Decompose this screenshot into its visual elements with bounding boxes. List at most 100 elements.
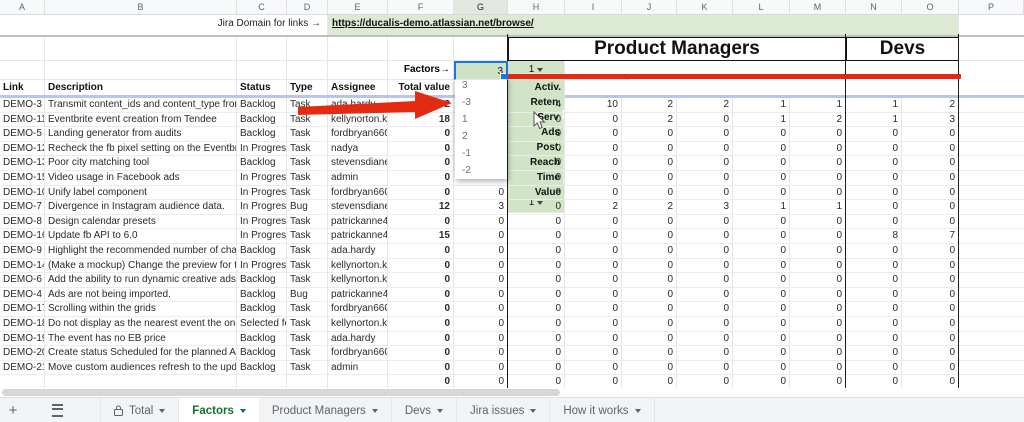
cell-score[interactable]: 1 xyxy=(733,113,790,128)
cell-empty[interactable] xyxy=(328,37,388,61)
cell-empty[interactable] xyxy=(959,302,1024,317)
cell-description[interactable]: Landing generator from audits xyxy=(45,127,237,142)
cell-type[interactable]: Task xyxy=(287,127,328,142)
cell-score[interactable]: 0 xyxy=(565,113,622,128)
cell-factor-score[interactable]: 0 xyxy=(454,186,508,201)
cell-score[interactable]: 0 xyxy=(677,215,733,230)
cell-score[interactable]: 0 xyxy=(508,332,565,347)
header-total-value[interactable]: Total value xyxy=(388,80,454,95)
cell-status[interactable]: In Progress xyxy=(237,259,287,274)
column-header-L[interactable]: L xyxy=(733,0,790,14)
cell-total-value[interactable]: 0 xyxy=(388,288,454,303)
cell-empty[interactable] xyxy=(237,61,287,80)
cell-score[interactable]: 0 xyxy=(622,288,677,303)
cell-total-value[interactable]: 0 xyxy=(388,361,454,376)
cell-status[interactable]: Backlog xyxy=(237,98,287,113)
cell-empty[interactable] xyxy=(959,288,1024,303)
cell-score[interactable]: 0 xyxy=(622,244,677,259)
cell-status[interactable]: Backlog xyxy=(237,288,287,303)
cell-score[interactable]: 0 xyxy=(902,127,959,142)
cell-score[interactable]: 0 xyxy=(902,361,959,376)
cell-status[interactable]: In Progress xyxy=(237,200,287,215)
header-status[interactable]: Status xyxy=(237,80,287,95)
cell-status[interactable]: Selected fo xyxy=(237,317,287,332)
cell-status[interactable]: Backlog xyxy=(237,273,287,288)
cell-factor-score[interactable]: 0 xyxy=(454,244,508,259)
cell-score[interactable]: 0 xyxy=(733,317,790,332)
cell-total-value[interactable]: 0 xyxy=(388,186,454,201)
cell-score[interactable]: 0 xyxy=(902,259,959,274)
cell-factor-score[interactable]: 0 xyxy=(454,317,508,332)
cell-link[interactable]: DEMO-12 xyxy=(0,142,45,157)
cell-score[interactable]: 0 xyxy=(846,156,902,171)
cell-description[interactable]: Add the ability to run dynamic creative … xyxy=(45,273,237,288)
cell-total-value[interactable]: 0 xyxy=(388,244,454,259)
cell-score[interactable]: 2 xyxy=(622,113,677,128)
cell-empty[interactable] xyxy=(454,37,508,61)
cell-type[interactable]: Task xyxy=(287,156,328,171)
cell-score[interactable]: 0 xyxy=(565,288,622,303)
cell-empty[interactable] xyxy=(959,244,1024,259)
cell-empty[interactable] xyxy=(959,142,1024,157)
cell-score[interactable]: 2 xyxy=(565,200,622,215)
jira-domain-label-cell[interactable]: Jira Domain for links → xyxy=(0,15,328,35)
column-header-D[interactable]: D xyxy=(287,0,328,14)
cell-score[interactable]: 0 xyxy=(846,361,902,376)
cell-description[interactable]: Unify label component xyxy=(45,186,237,201)
cell-score[interactable]: 1 xyxy=(790,200,846,215)
cell-empty[interactable] xyxy=(287,61,328,80)
cell-score[interactable]: 10 xyxy=(565,98,622,113)
cell-score[interactable]: 0 xyxy=(677,317,733,332)
cell-assignee[interactable]: fordbryan660 xyxy=(328,302,388,317)
cell-factor-score[interactable]: 3 xyxy=(454,200,508,215)
cell-score[interactable]: 0 xyxy=(846,244,902,259)
jira-domain-url-cell[interactable]: https://ducalis-demo.atlassian.net/brows… xyxy=(328,15,959,35)
cell-link[interactable]: DEMO-11 xyxy=(0,113,45,128)
cell-score[interactable]: 0 xyxy=(790,288,846,303)
cell-score[interactable]: 0 xyxy=(565,361,622,376)
cell-score[interactable]: 0 xyxy=(677,156,733,171)
cell-empty[interactable] xyxy=(565,80,630,95)
cell-score[interactable]: 0 xyxy=(565,273,622,288)
cell-link[interactable]: DEMO-21 xyxy=(0,361,45,376)
cell-link[interactable]: DEMO-17 xyxy=(0,302,45,317)
cell-empty[interactable] xyxy=(959,361,1024,376)
cell-total-value[interactable]: 12 xyxy=(388,200,454,215)
cell-score[interactable]: 0 xyxy=(508,200,565,215)
cell-total-value[interactable]: 18 xyxy=(388,113,454,128)
cell-total-value[interactable]: 0 xyxy=(388,142,454,157)
cell-assignee[interactable]: ada.hardy xyxy=(328,244,388,259)
column-header-G[interactable]: G xyxy=(454,0,508,14)
cell-link[interactable]: DEMO-7 xyxy=(0,200,45,215)
cell-score[interactable]: 2 xyxy=(790,113,846,128)
cell-link[interactable]: DEMO-14 xyxy=(0,259,45,274)
cell-score[interactable]: 0 xyxy=(622,127,677,142)
cell-description[interactable]: Move custom audiences refresh to the upd… xyxy=(45,361,237,376)
cell-status[interactable]: Backlog xyxy=(237,346,287,361)
cell-status[interactable]: Backlog xyxy=(237,127,287,142)
cell-empty[interactable] xyxy=(328,61,388,80)
cell-score[interactable]: 0 xyxy=(733,142,790,157)
cell-total-value[interactable]: 0 xyxy=(388,215,454,230)
cell-score[interactable]: 2 xyxy=(622,98,677,113)
cell-status[interactable]: In Progress xyxy=(237,215,287,230)
cell-score[interactable]: 0 xyxy=(846,302,902,317)
column-header-J[interactable]: J xyxy=(622,0,677,14)
cell-description[interactable]: Update fb API to 6.0 xyxy=(45,229,237,244)
cell-score[interactable]: 3 xyxy=(677,200,733,215)
cell-empty[interactable] xyxy=(237,37,287,61)
cell-score[interactable]: 7 xyxy=(902,229,959,244)
cell-empty[interactable] xyxy=(959,346,1024,361)
cell-score[interactable]: 0 xyxy=(733,244,790,259)
header-type[interactable]: Type xyxy=(287,80,328,95)
cell-empty[interactable] xyxy=(959,200,1024,215)
cell-link[interactable]: DEMO-4 xyxy=(0,288,45,303)
cell-assignee[interactable]: patrickanne400 xyxy=(328,215,388,230)
cell-link[interactable]: DEMO-18 xyxy=(0,317,45,332)
cell-type[interactable]: Task xyxy=(287,361,328,376)
cell-score[interactable]: 0 xyxy=(733,156,790,171)
cell-assignee[interactable]: fordbryan660 xyxy=(328,346,388,361)
cell-status[interactable]: Backlog xyxy=(237,244,287,259)
cell-score[interactable]: 0 xyxy=(733,171,790,186)
cell-score[interactable]: 0 xyxy=(733,229,790,244)
